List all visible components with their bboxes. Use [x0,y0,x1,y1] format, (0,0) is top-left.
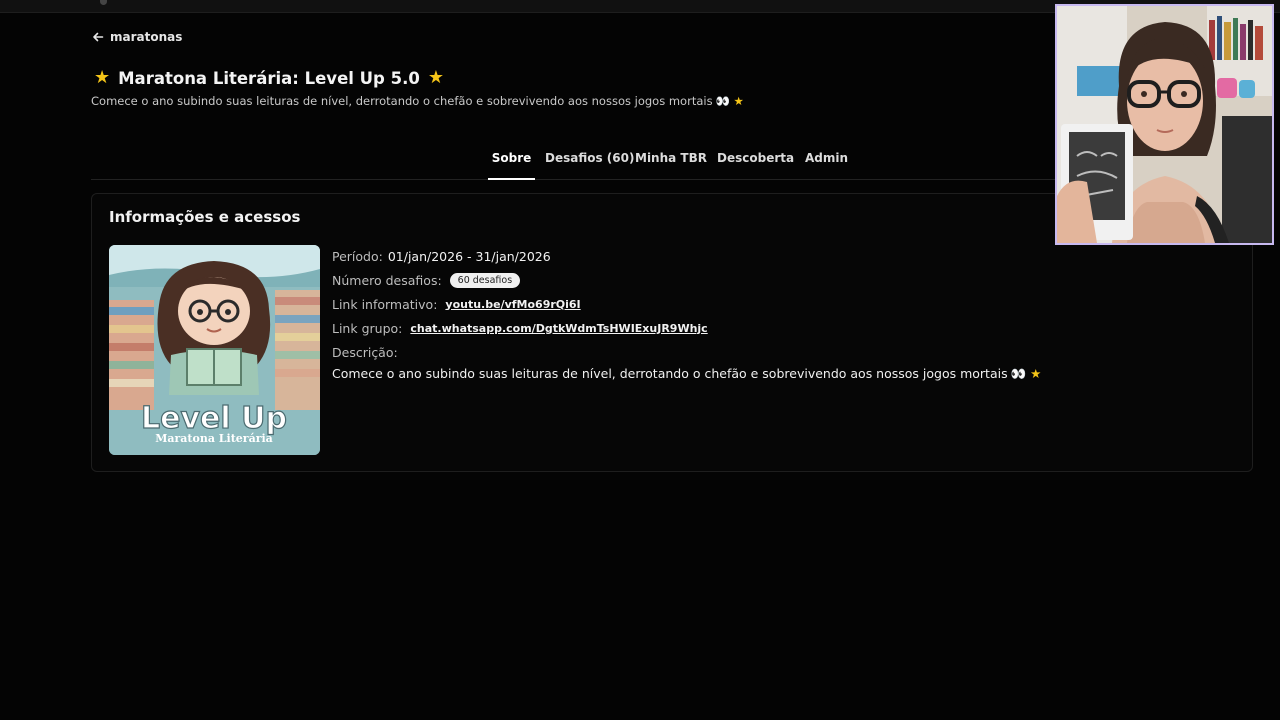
tab-sobre[interactable]: Sobre [488,143,535,180]
descricao-emoji-glyphs: 👀 ★ [1010,366,1042,381]
back-link[interactable]: maratonas [92,29,182,45]
descricao-text: Comece o ano subindo suas leituras de ní… [332,366,1212,382]
tab-bar: Sobre Desafios (60) Minha TBR Descoberta… [91,143,1055,180]
desafios-badge: 60 desafios [449,272,521,288]
desafios-label: Número desafios: [332,272,442,288]
link-grupo-row: Link grupo: chat.whatsapp.com/DgtkWdmTsH… [332,318,1212,338]
page-title: Maratona Literária: Level Up 5.0 [118,68,420,88]
link-grupo-label: Link grupo: [332,320,403,336]
cover-title: Level Up [141,401,287,436]
cover-subtitle: Maratona Literária [155,432,273,445]
card-title: Informações e acessos [109,208,301,226]
descricao-label: Descrição: [332,344,398,360]
link-info-label: Link informativo: [332,296,438,312]
tab-descoberta[interactable]: Descoberta [717,143,794,180]
periodo-label: Período: [332,248,383,264]
periodo-row: Período: 01/jan/2026 - 31/jan/2026 [332,246,1212,266]
webcam-overlay [1055,4,1274,245]
descricao-row: Descrição: [332,342,1212,362]
top-bar-indicator [100,0,107,5]
webcam-feed [1057,6,1272,243]
cover-illustration: Level Up Maratona Literária [109,245,320,455]
star-icon: ★ [427,67,444,88]
page-title-row: ★ Maratona Literária: Level Up 5.0 ★ [94,66,444,90]
link-info-value[interactable]: youtu.be/vfMo69rQi6I [445,298,580,311]
tab-admin[interactable]: Admin [805,143,848,180]
descricao-body: Comece o ano subindo suas leituras de ní… [332,366,1008,381]
cover-image: Level Up Maratona Literária [109,245,320,455]
arrow-left-icon [93,32,104,42]
periodo-value: 01/jan/2026 - 31/jan/2026 [387,248,551,264]
back-link-label: maratonas [110,30,183,44]
tab-minha-tbr[interactable]: Minha TBR [635,143,707,180]
star-icon: ★ [94,67,111,88]
link-grupo-value[interactable]: chat.whatsapp.com/DgtkWdmTsHWIExuJR9Whjc [410,322,707,335]
page-subtitle-text: Comece o ano subindo suas leituras de ní… [91,94,713,108]
link-info-row: Link informativo: youtu.be/vfMo69rQi6I [332,294,1212,314]
info-fields: Período: 01/jan/2026 - 31/jan/2026 Númer… [332,246,1212,382]
subtitle-emoji-glyphs: 👀 ★ [715,94,744,108]
desafios-row: Número desafios: 60 desafios [332,270,1212,290]
tab-desafios[interactable]: Desafios (60) [545,143,634,180]
page-subtitle: Comece o ano subindo suas leituras de ní… [91,94,744,108]
